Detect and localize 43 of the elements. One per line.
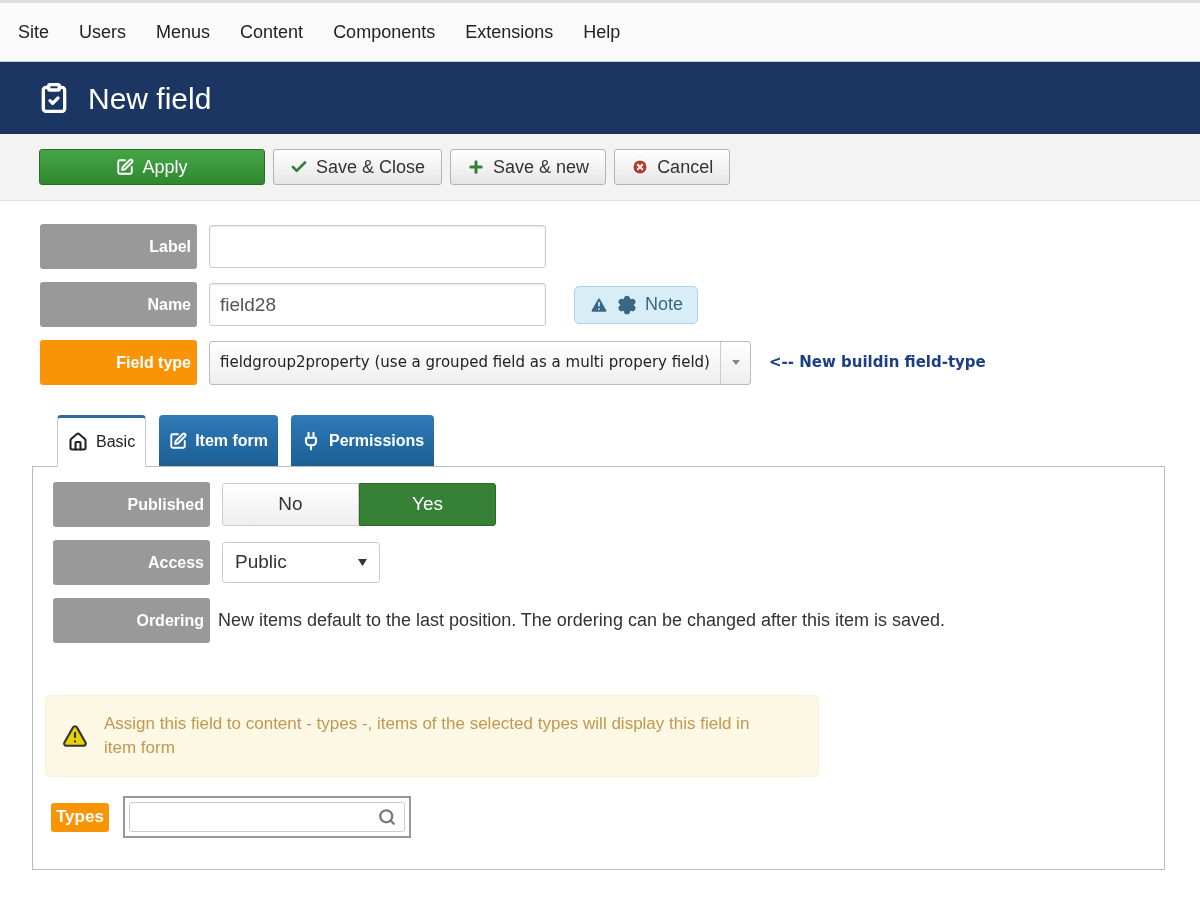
- search-icon: [377, 808, 396, 826]
- field-label: Label: [40, 224, 197, 269]
- dropdown-arrow-icon: [731, 360, 740, 365]
- plus-icon: [467, 158, 486, 176]
- menu-item[interactable]: Content: [240, 18, 304, 46]
- field-label: Field type: [40, 340, 197, 385]
- menu-item[interactable]: Menus: [156, 18, 211, 46]
- toolbar-button[interactable]: Save & Close: [273, 149, 443, 185]
- toolbar-button[interactable]: Save & new: [450, 149, 607, 185]
- edit-icon: [169, 431, 188, 450]
- house-icon: [68, 432, 88, 452]
- field-label: Access: [53, 540, 210, 585]
- field-label: Ordering: [53, 598, 210, 643]
- types-label: Types: [51, 802, 109, 832]
- toggle-option[interactable]: Yes: [359, 483, 496, 526]
- tab[interactable]: Permissions: [291, 415, 435, 466]
- field-label: Name: [40, 282, 197, 327]
- annotation-text: <-- New buildin field-type: [769, 352, 986, 374]
- tab[interactable]: Basic: [57, 415, 147, 467]
- select-field[interactable]: fieldgroup2property (use a grouped field as a multi propery field): [209, 340, 751, 385]
- edit-icon: [116, 158, 135, 176]
- apply-button[interactable]: Apply: [39, 149, 265, 185]
- input-field[interactable]: field28: [209, 283, 546, 326]
- warning-icon: [62, 723, 88, 749]
- cancel-icon: [631, 158, 650, 176]
- field-label: Published: [53, 482, 210, 527]
- tab[interactable]: Item form: [159, 415, 279, 466]
- menu-item[interactable]: Help: [583, 18, 621, 46]
- menu-item[interactable]: Site: [18, 18, 50, 46]
- menu-item[interactable]: Extensions: [465, 18, 554, 46]
- menu-item[interactable]: Components: [333, 18, 436, 46]
- types-search-field[interactable]: [122, 796, 411, 838]
- page-title: New field: [88, 80, 212, 117]
- toolbar-button[interactable]: Cancel: [614, 149, 731, 185]
- dropdown-arrow-icon: [358, 559, 367, 566]
- note-button[interactable]: Note: [574, 285, 699, 324]
- alert-text: Assign this field to content - types -, items of the selected types will display this field in item form: [104, 713, 751, 759]
- access-select[interactable]: Public: [222, 542, 380, 583]
- ordering-text: New items default to the last position. The ordering can be changed after this item is saved.: [218, 609, 946, 632]
- toggle-option[interactable]: No: [222, 483, 359, 526]
- settings-icon: [617, 294, 637, 315]
- input-field[interactable]: [209, 225, 546, 268]
- menu-item[interactable]: Users: [79, 18, 127, 46]
